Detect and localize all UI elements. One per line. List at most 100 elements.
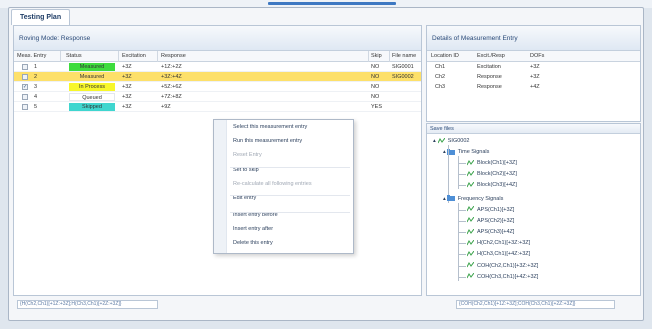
signal-icon [467, 206, 474, 212]
tree-item[interactable]: H(Ch3,Ch1)[+4Z:+3Z] [467, 250, 530, 259]
col-excit-resp[interactable]: Excit./Resp [477, 51, 505, 62]
testing-plan-window: Testing Plan Roving Mode: Response Meas.… [8, 7, 644, 321]
tree-connector [458, 232, 466, 233]
tree-root[interactable]: ▴ SIG0002 [433, 137, 469, 146]
roving-mode-value[interactable]: Response [61, 35, 90, 42]
row-skip: NO [371, 74, 380, 80]
signal-icon [467, 181, 474, 188]
bottom-left-field[interactable]: {H(Ch2,Ch1)[+1Z:+3Z];H(Ch3,Ch1)[+2Z:+3Z]… [17, 300, 158, 309]
context-menu-item[interactable]: Insert entry after [233, 225, 273, 234]
row-excitation: +3Z [122, 74, 132, 80]
expand-icon[interactable]: ▴ [443, 196, 446, 202]
tree-item[interactable]: APS(Ch1)[+3Z] [467, 206, 514, 215]
tree-group[interactable]: ▴ Frequency Signals [443, 195, 503, 204]
row-skip: NO [371, 94, 380, 100]
col-file-name[interactable]: File name [392, 51, 416, 62]
tree-group-label: Time Signals [457, 149, 490, 155]
status-badge: Queued [69, 93, 115, 101]
col-meas-entry[interactable]: Meas. Entry [17, 51, 46, 62]
table-row[interactable]: 5 Skipped +3Z +9Z YES [14, 102, 421, 112]
tree-item[interactable]: APS(Ch3)[+4Z] [467, 228, 514, 237]
table-row[interactable]: 4 Queued +3Z +7Z:+8Z NO [14, 92, 421, 102]
tab-testing-plan[interactable]: Testing Plan [11, 9, 71, 25]
row-checkbox[interactable] [22, 64, 28, 70]
tree-item-label: APS(Ch3)[+4Z] [477, 229, 515, 235]
tree-item[interactable]: Block(Ch2)[+3Z] [467, 170, 517, 179]
tree-root-label: SIG0002 [447, 138, 470, 144]
tree-connector [458, 243, 466, 245]
status-badge: In Process [69, 83, 115, 91]
save-files-panel: Save files ▴ SIG0002 ▴ Time Signals Block(Ch… [426, 123, 641, 296]
table-row[interactable]: 2 Measured +3Z +3Z:+4Z NO SIG0002 [14, 72, 421, 82]
table-header: Meas. Entry Status Excitation Response S… [14, 51, 421, 62]
roving-mode-label: Roving Mode: [19, 35, 60, 42]
col-dofs[interactable]: DOFs [530, 51, 544, 62]
tree-item-label: H(Ch2,Ch1)[+3Z:+3Z] [477, 240, 531, 247]
row-skip: YES [371, 104, 383, 110]
context-menu-item[interactable]: Delete this entry [233, 239, 273, 248]
row-entry-id: 3 [34, 84, 38, 90]
row-entry-id: 5 [34, 104, 38, 110]
context-menu-gutter [214, 120, 227, 253]
tree-connector [458, 265, 466, 267]
details-type: Excitation [477, 64, 501, 70]
tree-item-label: COH(Ch2,Ch1)[+3Z:+3Z] [477, 262, 539, 269]
context-menu: Select this measurement entry Run this me… [213, 119, 354, 254]
tree-item[interactable]: Block(Ch1)[+3Z] [467, 159, 517, 168]
row-checkbox[interactable]: ✓ [22, 84, 28, 90]
details-panel: Details of Measurement Entry Location ID… [426, 25, 641, 122]
details-header: Details of Measurement Entry [427, 26, 640, 51]
col-status[interactable]: Status [66, 51, 82, 62]
row-file-name: SIG0001 [392, 64, 414, 70]
tree-item[interactable]: COH(Ch3,Ch1)[+4Z:+3Z] [467, 273, 538, 282]
col-response[interactable]: Response [161, 51, 186, 62]
tree-group-label: Frequency Signals [457, 195, 504, 202]
tree-connector [458, 202, 459, 281]
row-checkbox[interactable] [22, 74, 28, 80]
tree-connector [458, 209, 466, 211]
details-row[interactable]: Ch1 Excitation +3Z [427, 62, 640, 72]
signal-icon [467, 273, 474, 279]
table-row[interactable]: ✓ 3 In Process +3Z +5Z:+6Z NO [14, 82, 421, 92]
tree-connector [458, 163, 466, 164]
status-badge: Measured [69, 63, 115, 71]
expand-icon[interactable]: ▴ [433, 138, 436, 144]
save-files-header: Save files [427, 124, 640, 134]
folder-icon [446, 195, 455, 202]
bottom-right-field[interactable]: {COH(Ch2,Ch1)[+1Z:+3Z];COH(Ch3,Ch1)[+2Z:… [456, 300, 615, 309]
row-entry-id: 1 [34, 64, 38, 70]
context-menu-item[interactable]: Select this measurement entry [233, 123, 307, 132]
row-excitation: +3Z [122, 104, 132, 110]
tree-item[interactable]: Block(Ch3)[+4Z] [467, 181, 517, 190]
details-dof: +3Z [530, 64, 540, 70]
tree-item[interactable]: H(Ch2,Ch1)[+3Z:+3Z] [467, 239, 530, 248]
table-row[interactable]: 1 Measured +3Z +1Z:+2Z NO SIG0001 [14, 62, 421, 72]
tree-group[interactable]: ▴ Time Signals [443, 148, 489, 157]
tree-item[interactable]: APS(Ch2)[+3Z] [467, 217, 514, 226]
row-checkbox[interactable] [22, 94, 28, 100]
signal-icon [467, 159, 474, 165]
row-excitation: +3Z [122, 84, 132, 90]
signal-icon [467, 170, 474, 176]
roving-mode-header: Roving Mode: Response [14, 26, 421, 51]
context-menu-item: Reset Entry [233, 152, 262, 158]
context-menu-item[interactable]: Run this measurement entry [233, 137, 302, 146]
expand-icon[interactable]: ▴ [443, 149, 446, 155]
row-skip: NO [371, 64, 380, 70]
col-skip[interactable]: Skip [371, 51, 382, 62]
col-excitation[interactable]: Excitation [122, 51, 146, 62]
row-excitation: +3Z [122, 94, 132, 100]
details-dof: +4Z [530, 84, 540, 90]
details-row[interactable]: Ch2 Response +3Z [427, 72, 640, 82]
details-row[interactable]: Ch3 Response +4Z [427, 82, 640, 92]
details-location: Ch2 [435, 74, 446, 80]
tree-connector [458, 156, 459, 190]
row-checkbox[interactable] [22, 104, 28, 110]
col-location-id[interactable]: Location ID [431, 51, 459, 62]
tree-connector [458, 185, 466, 187]
tree-item[interactable]: COH(Ch2,Ch1)[+3Z:+3Z] [467, 262, 538, 271]
signal-icon [467, 239, 474, 245]
signal-icon [437, 137, 445, 143]
row-skip: NO [371, 84, 380, 90]
tree-connector [458, 220, 466, 222]
